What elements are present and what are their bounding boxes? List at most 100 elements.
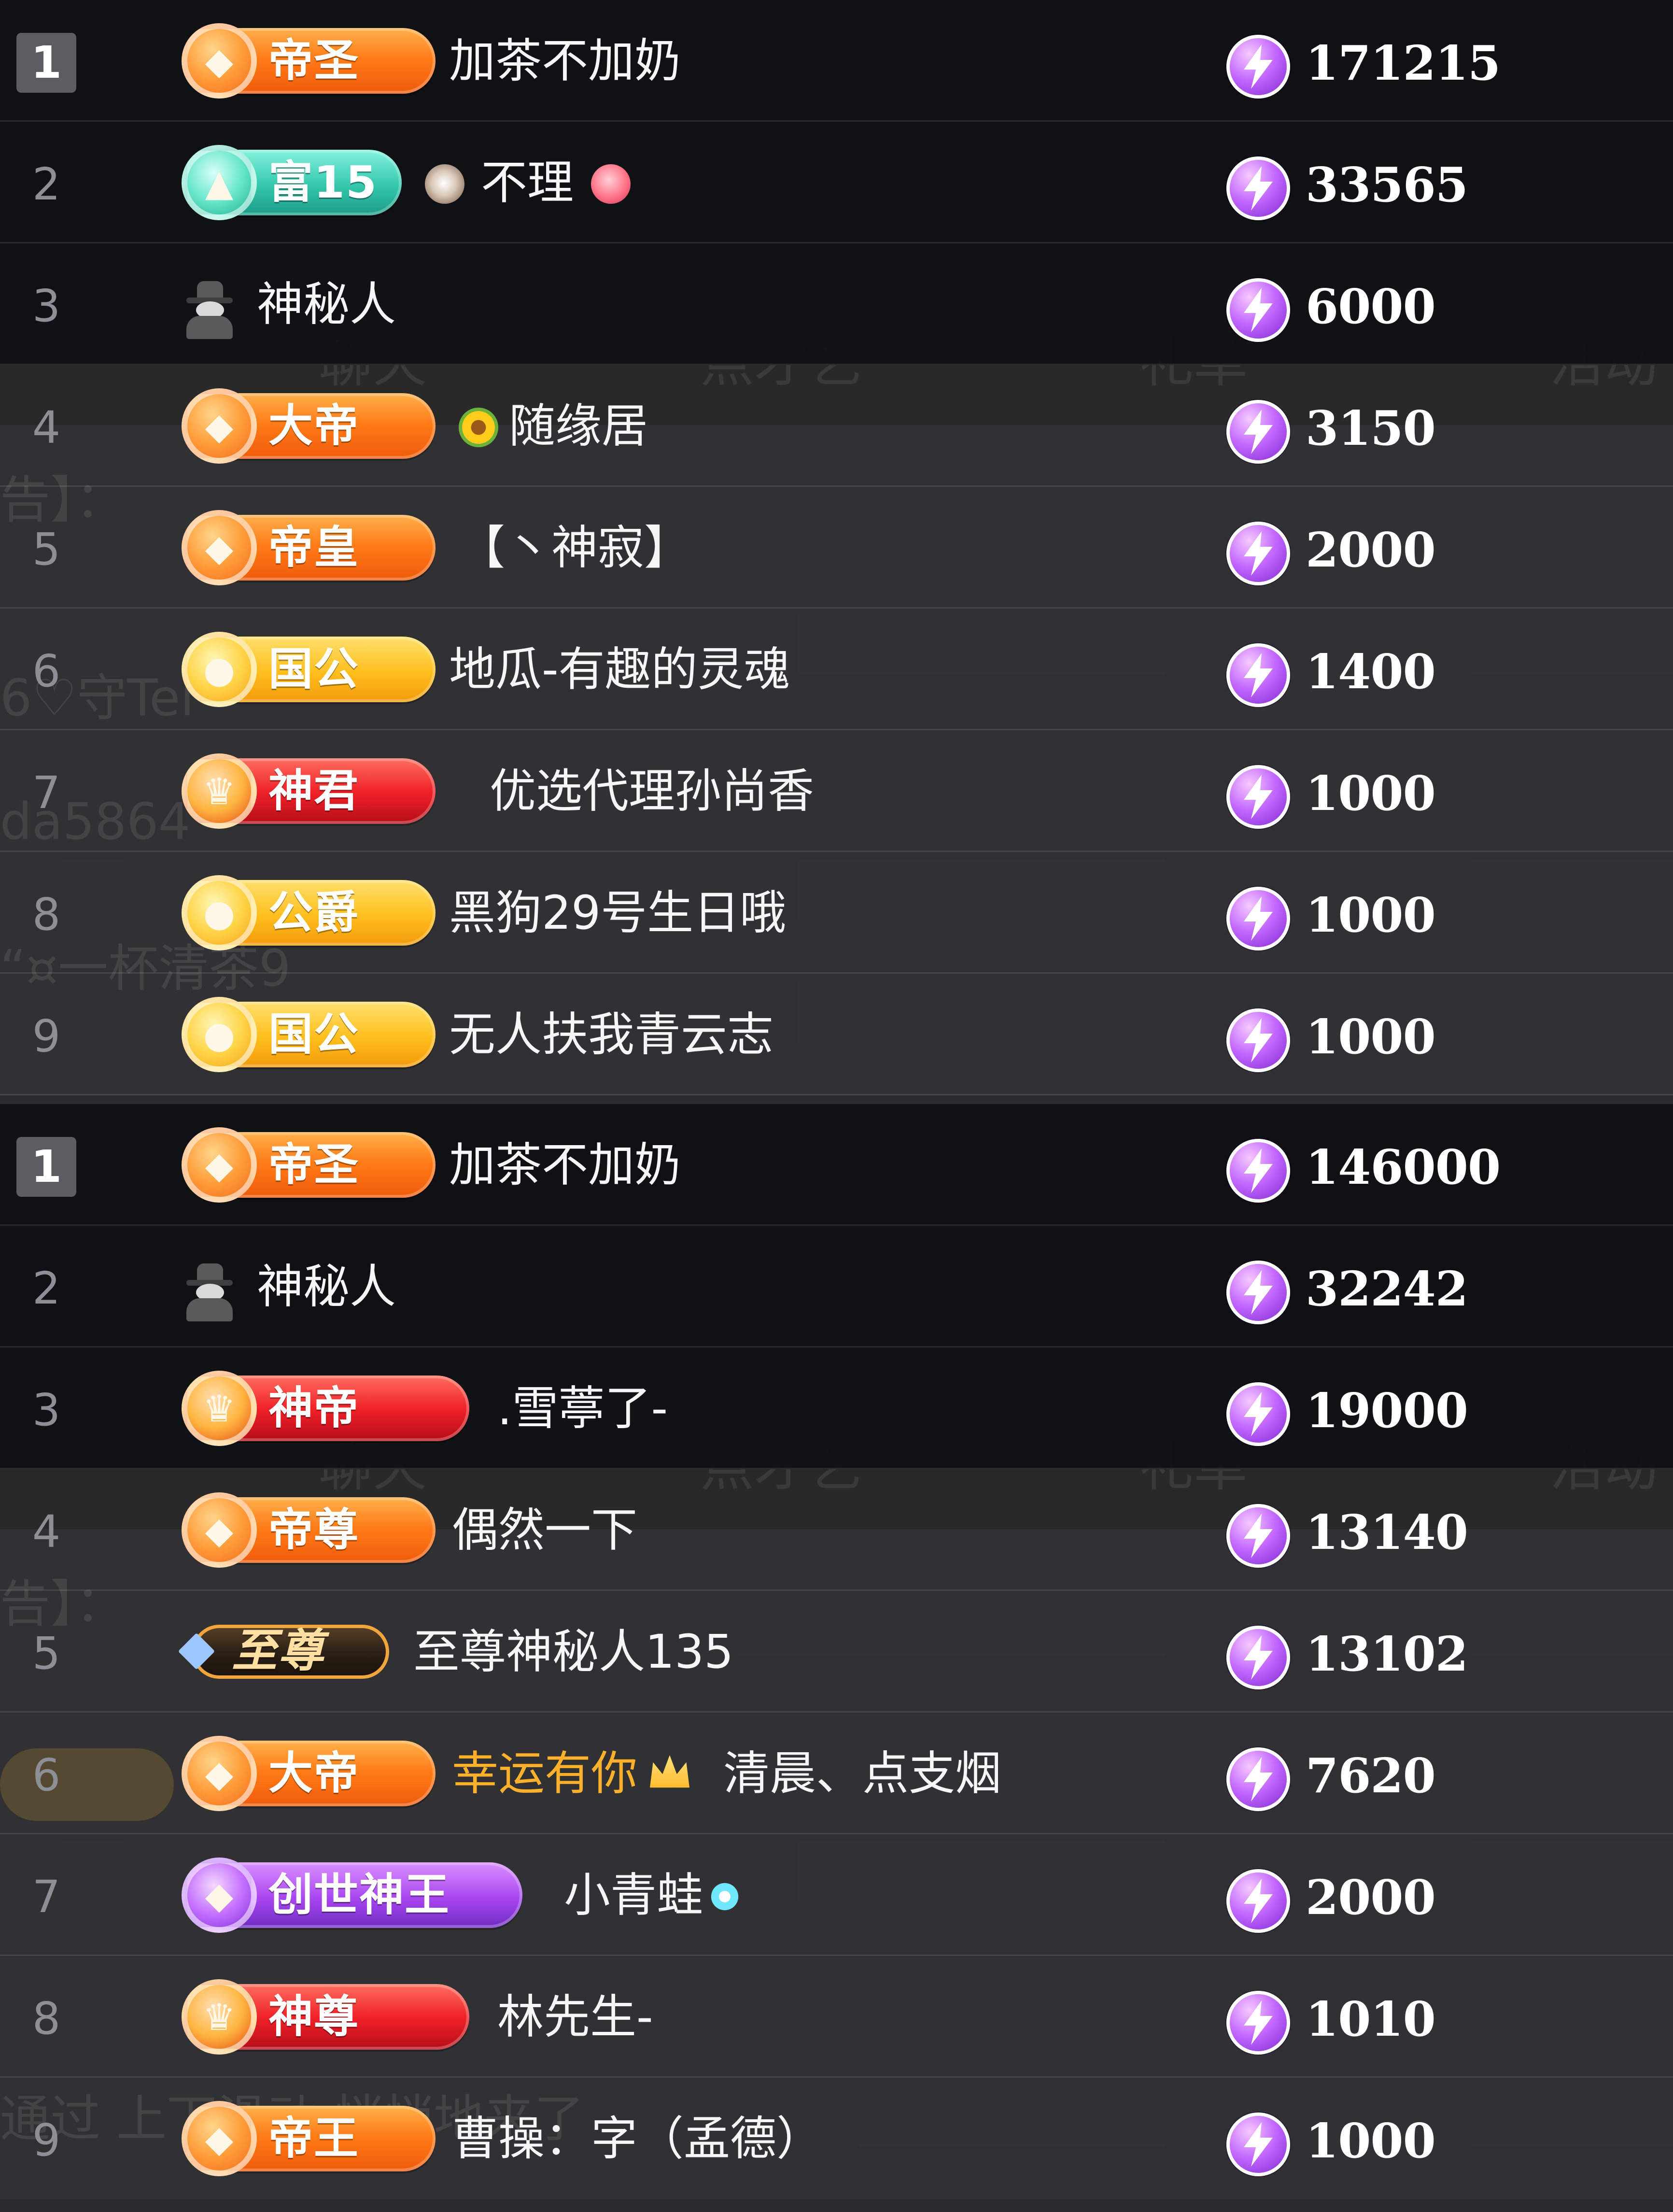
- ranking-row[interactable]: 4 ◆ 帝尊 偶然一下 13140: [0, 1469, 1673, 1591]
- rank-number: 9: [32, 2114, 61, 2166]
- score-value: 7620: [1306, 1748, 1436, 1804]
- user-name: 清晨、点支烟: [723, 1746, 1001, 1801]
- rank-number: 8: [32, 1993, 61, 2044]
- badge-emblem-icon: ♛: [182, 753, 257, 829]
- ranking-row[interactable]: 9 ◆ 帝王 曹操：字（孟德） 1000: [0, 2078, 1673, 2199]
- vip-badge: ● 国公: [182, 632, 436, 707]
- lightning-icon: [1226, 1261, 1290, 1324]
- user-name: .雪葶了-: [497, 1381, 668, 1435]
- badge-emblem-icon: ◆: [182, 2101, 257, 2176]
- ranking-row[interactable]: 1 ◆ 帝圣 加茶不加奶 146000: [0, 1104, 1673, 1226]
- badge-label: 至尊: [232, 1625, 325, 1677]
- vip-badge: ◆ 帝圣: [182, 23, 436, 99]
- ranking-row[interactable]: 9 ● 国公 无人扶我青云志 1000: [0, 974, 1673, 1095]
- score-value: 171215: [1306, 36, 1501, 91]
- lightning-icon: [1226, 1382, 1290, 1446]
- lightning-icon: [1226, 35, 1290, 99]
- vip-badge: ● 公爵: [182, 875, 436, 950]
- lightning-icon: [1226, 400, 1290, 464]
- badge-label: 帝尊: [268, 1504, 360, 1556]
- rank-number: 6: [32, 1749, 61, 1801]
- badge-emblem-icon: ◆: [182, 1492, 257, 1568]
- vip-badge: ♛ 神帝: [182, 1371, 469, 1446]
- user-name: 加茶不加奶: [449, 34, 681, 88]
- lightning-icon: [1226, 2113, 1290, 2176]
- badge-label: 大帝: [268, 400, 360, 452]
- badge-emblem-icon: ▲: [182, 145, 257, 220]
- user-name: 曹操：字（孟德）: [452, 2112, 823, 2166]
- ranking-row[interactable]: 3 ♛ 神帝 .雪葶了- 19000: [0, 1347, 1673, 1469]
- user-name: 黑狗29号生日哦: [449, 886, 787, 940]
- ranking-row[interactable]: 4 ◆ 大帝 随缘居 3150: [0, 365, 1673, 487]
- badge-emblem-icon: ◆: [182, 388, 257, 464]
- user-name: 随缘居: [509, 399, 648, 453]
- ranking-row[interactable]: 5 至尊 至尊神秘人135 13102: [0, 1591, 1673, 1713]
- badge-label: 富15: [268, 156, 378, 208]
- badge-label: 帝圣: [268, 35, 360, 86]
- score-value: 146000: [1306, 1140, 1501, 1195]
- rank-number: 4: [32, 402, 61, 454]
- rank-number: 8: [32, 889, 61, 940]
- score-value: 1000: [1306, 2113, 1436, 2169]
- ranking-panel-2: 聊天 点才艺 礼单 活动 告】： 通过 上下滑动 悄悄地来了 1 ◆ 帝圣 加茶…: [0, 1104, 1673, 2208]
- rank-number: 5: [32, 1628, 61, 1679]
- rank-number: 4: [32, 1506, 61, 1558]
- ranking-row[interactable]: 1 ◆ 帝圣 加茶不加奶 171215: [0, 0, 1673, 122]
- ranking-row[interactable]: 8 ♛ 神尊 林先生- 1010: [0, 1956, 1673, 2078]
- score-value: 1400: [1306, 644, 1436, 700]
- vip-badge: ● 国公: [182, 997, 436, 1072]
- diamond-icon: [178, 1632, 215, 1670]
- ranking-row[interactable]: 6 ◆ 大帝 幸运有你 清晨、点支烟 7620: [0, 1713, 1673, 1834]
- score-value: 2000: [1306, 1870, 1436, 1926]
- score-value: 1010: [1306, 1992, 1436, 2047]
- ranking-row[interactable]: 2 ▲ 富15 不理 33565: [0, 122, 1673, 243]
- ranking-row[interactable]: 6 ● 国公 地瓜-有趣的灵魂 1400: [0, 609, 1673, 730]
- score-value: 1000: [1306, 1009, 1436, 1065]
- ranking-row[interactable]: 5 ◆ 帝皇 【丶神寂】 2000: [0, 487, 1673, 609]
- score-value: 19000: [1306, 1383, 1468, 1439]
- user-name: 【丶神寂】: [459, 521, 690, 575]
- lightning-icon: [1226, 887, 1290, 950]
- rank-number: 3: [32, 280, 61, 332]
- lightning-icon: [1226, 1504, 1290, 1568]
- lightning-icon: [1226, 765, 1290, 829]
- lightning-icon: [1226, 643, 1290, 707]
- badge-emblem-icon: ●: [182, 632, 257, 707]
- badge-emblem-icon: ◆: [182, 1858, 257, 1933]
- pig-icon: [591, 164, 631, 204]
- rank-number: 1: [16, 33, 76, 93]
- badge-emblem-icon: ◆: [182, 1736, 257, 1811]
- crown-icon: [650, 1755, 689, 1788]
- lightning-icon: [1226, 1869, 1290, 1933]
- ranking-row[interactable]: 2 神秘人 32242: [0, 1226, 1673, 1347]
- rank-number: 7: [32, 1871, 61, 1923]
- rank-number: 3: [32, 1384, 61, 1436]
- score-value: 2000: [1306, 523, 1436, 578]
- vip-badge: ♛ 神君: [182, 753, 436, 829]
- ranking-row[interactable]: 7 ◆ 创世神王 小青蛙 2000: [0, 1834, 1673, 1956]
- user-name: 至尊神秘人135: [413, 1625, 734, 1679]
- anonymous-user-icon: [181, 281, 239, 339]
- user-name: 无人扶我青云志: [449, 1007, 773, 1062]
- badge-label: 神帝: [268, 1382, 360, 1434]
- rank-number: 7: [32, 767, 61, 819]
- rank-number: 6: [32, 645, 61, 697]
- score-value: 3150: [1306, 401, 1436, 456]
- ranking-row[interactable]: 7 ♛ 神君 优选代理孙尚香 1000: [0, 730, 1673, 852]
- ranking-panel-1: 聊天 点才艺 礼单 活动 告】： 6♡守Tei da5864 “¤一杯清茶9 1…: [0, 0, 1673, 1104]
- score-value: 13102: [1306, 1627, 1468, 1682]
- row-divider: [0, 1094, 1673, 1095]
- user-name: 林先生-: [497, 1990, 653, 2044]
- lightning-icon: [1226, 156, 1290, 220]
- ranking-row[interactable]: 3 神秘人 6000: [0, 243, 1673, 365]
- ranking-row[interactable]: 8 ● 公爵 黑狗29号生日哦 1000: [0, 852, 1673, 974]
- rank-number: 9: [32, 1010, 61, 1062]
- score-value: 1000: [1306, 888, 1436, 943]
- vip-badge: ◆ 帝王: [182, 2101, 436, 2176]
- badge-label: 国公: [268, 643, 360, 695]
- ranking-screenshot: 聊天 点才艺 礼单 活动 告】： 6♡守Tei da5864 “¤一杯清茶9 1…: [0, 0, 1673, 2212]
- badge-emblem-icon: ♛: [182, 1371, 257, 1446]
- score-value: 1000: [1306, 766, 1436, 822]
- badge-label: 神君: [268, 765, 360, 817]
- vip-badge: ♛ 神尊: [182, 1979, 469, 2055]
